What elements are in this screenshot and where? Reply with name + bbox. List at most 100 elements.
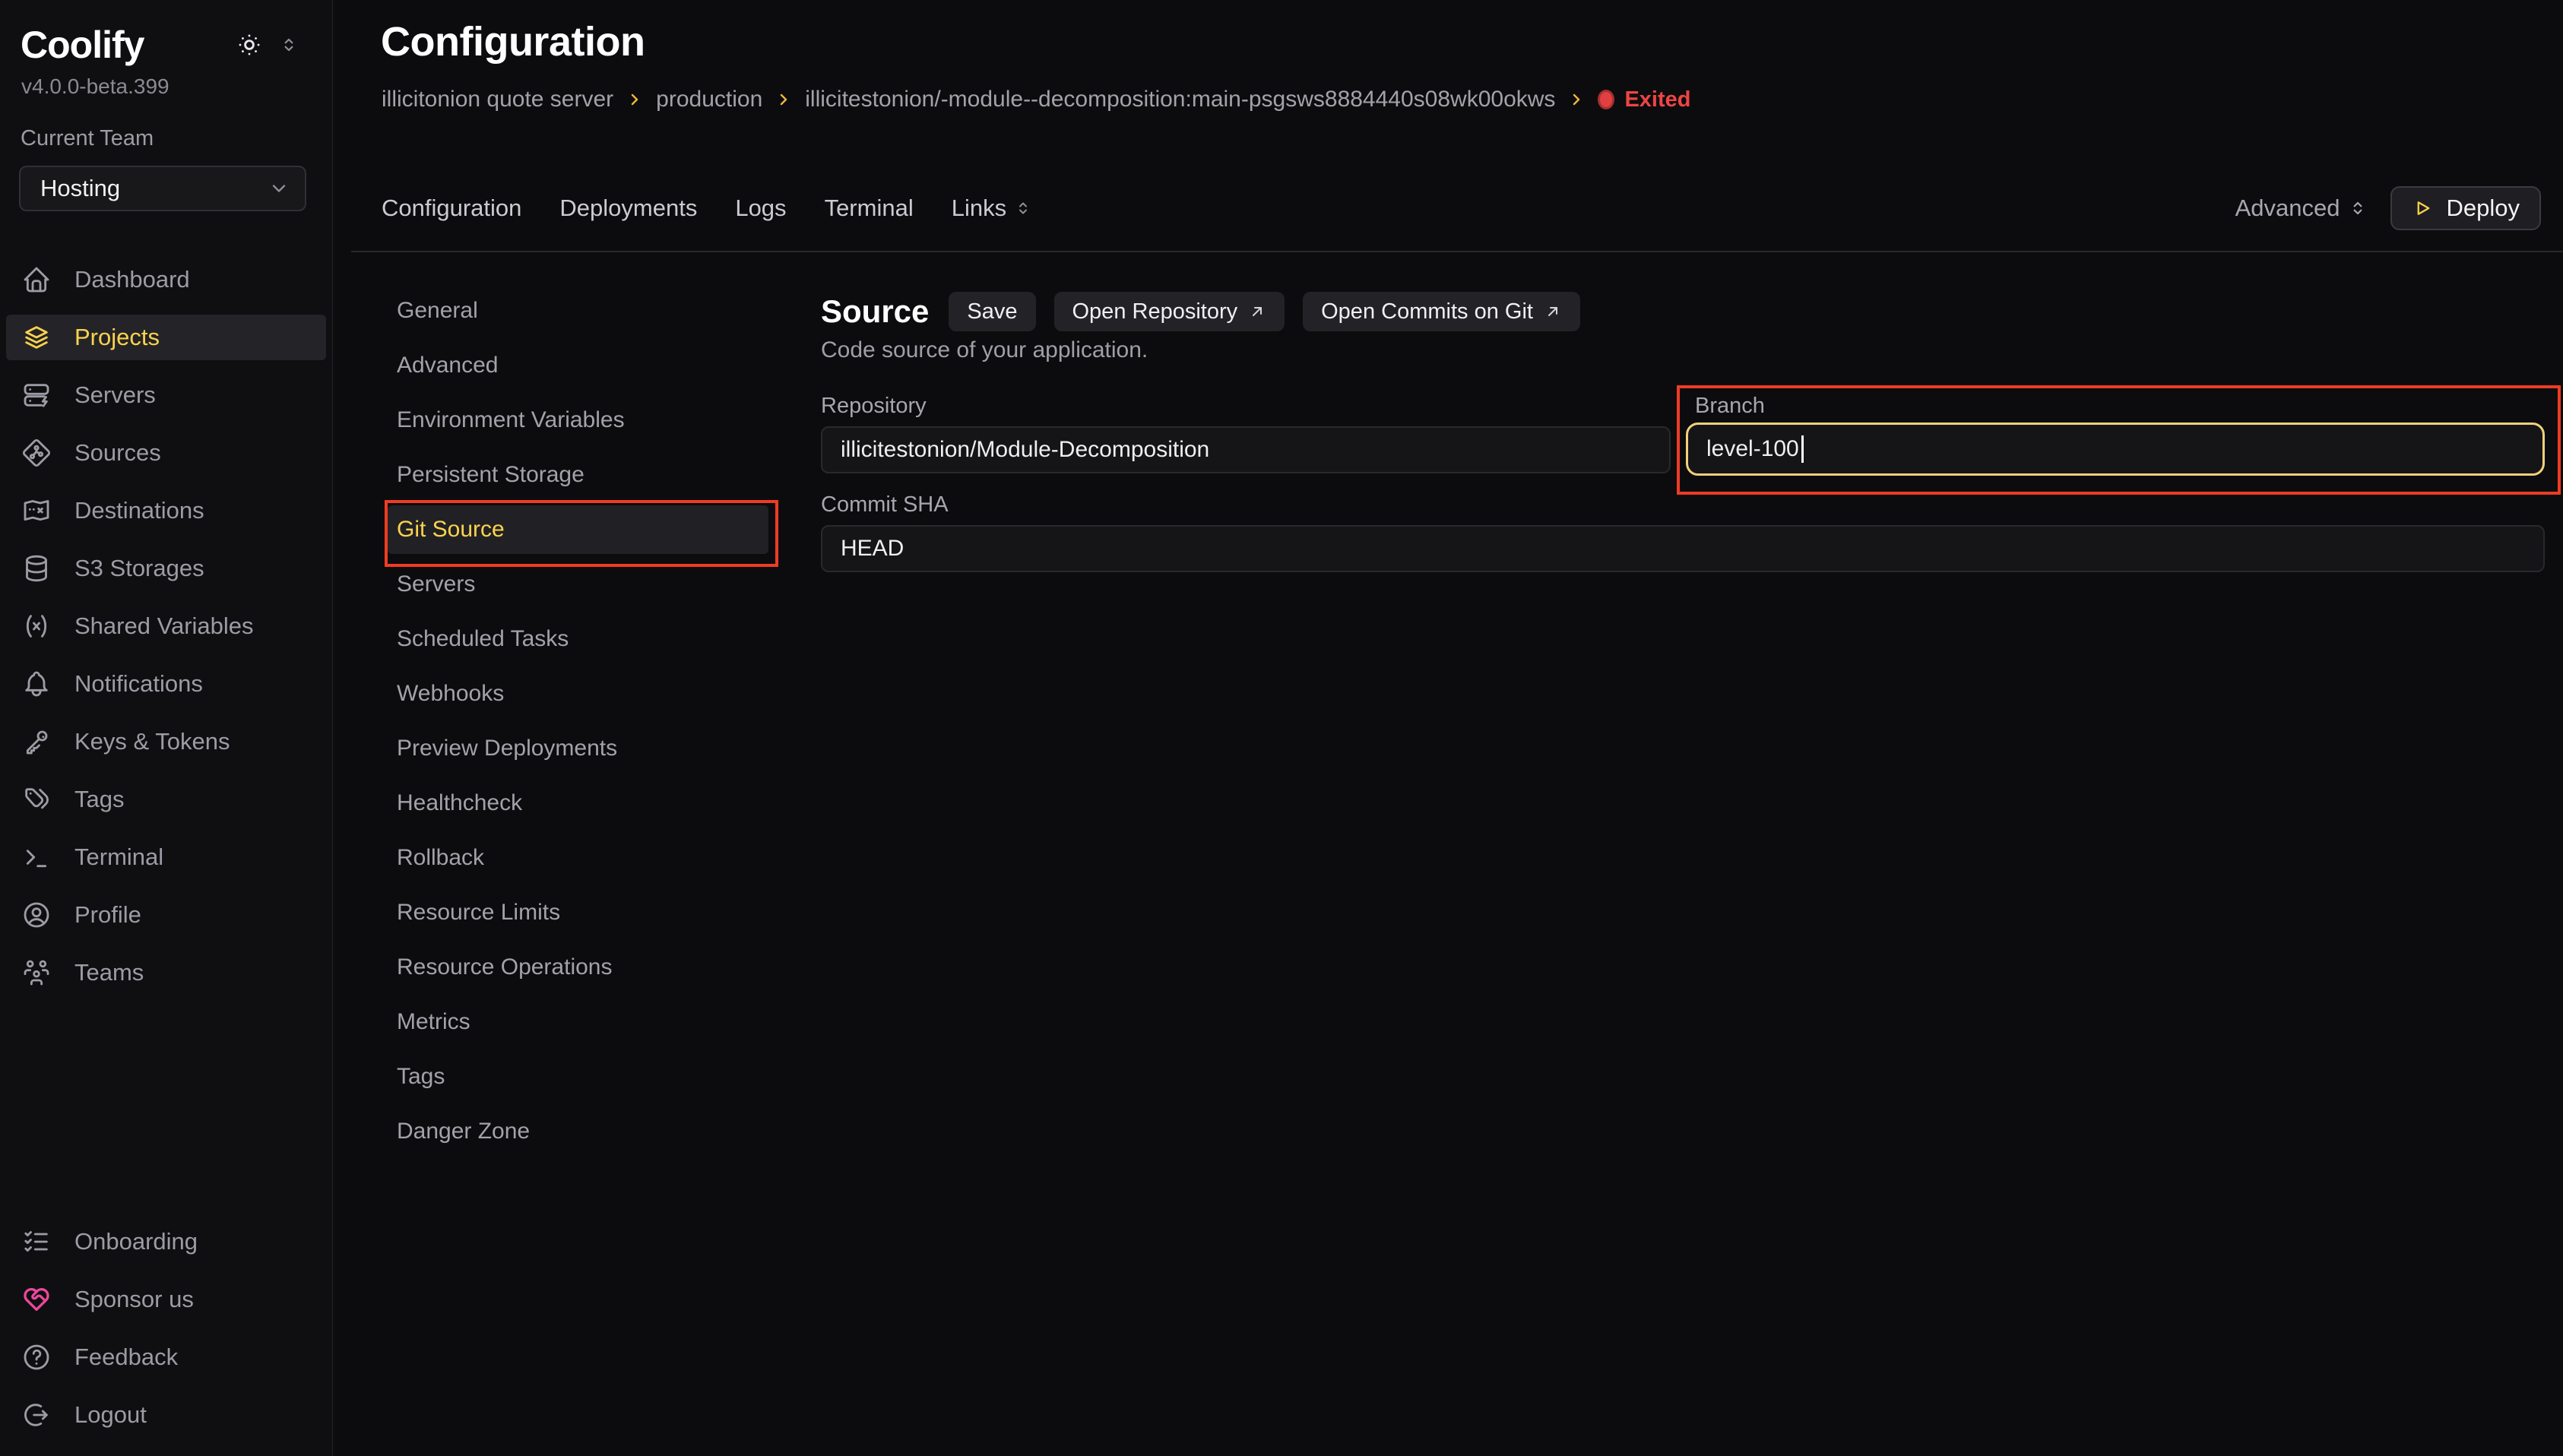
sidebar-item-label: Keys & Tokens <box>74 728 230 755</box>
chevrons-up-down-icon <box>1014 199 1032 217</box>
sidebar-item-tags[interactable]: Tags <box>6 777 326 822</box>
source-description: Code source of your application. <box>821 337 1148 363</box>
subnav-item-servers[interactable]: Servers <box>388 560 768 609</box>
tab-links[interactable]: Links <box>952 195 1032 222</box>
subnav-item-scheduled-tasks[interactable]: Scheduled Tasks <box>388 615 768 663</box>
tab-logs[interactable]: Logs <box>735 195 786 222</box>
sidebar-item-dashboard[interactable]: Dashboard <box>6 257 326 302</box>
sidebar-item-onboarding[interactable]: Onboarding <box>6 1219 326 1265</box>
subnav-item-metrics[interactable]: Metrics <box>388 998 768 1046</box>
checklist-icon <box>21 1227 52 1257</box>
subnav-item-advanced[interactable]: Advanced <box>388 341 768 390</box>
tab-configuration[interactable]: Configuration <box>382 195 521 222</box>
main-area: Configuration illicitonion quote server … <box>334 0 2563 1456</box>
commit-sha-input[interactable]: HEAD <box>821 525 2545 572</box>
key-icon <box>21 726 52 757</box>
repository-input[interactable]: illicitestonion/Module-Decomposition <box>821 426 1671 473</box>
chevrons-up-down-icon <box>2348 198 2368 218</box>
sidebar-item-logout[interactable]: Logout <box>6 1392 326 1438</box>
terminal-icon <box>21 842 52 872</box>
team-select[interactable]: Hosting <box>19 166 306 211</box>
breadcrumb-project[interactable]: illicitonion quote server <box>382 87 613 112</box>
sidebar-item-label: Shared Variables <box>74 612 254 640</box>
subnav-item-resource-operations[interactable]: Resource Operations <box>388 943 768 992</box>
sidebar-item-sponsor-us[interactable]: Sponsor us <box>6 1277 326 1322</box>
text-cursor <box>1801 435 1804 463</box>
git-diamond-icon <box>21 438 52 468</box>
subnav-item-rollback[interactable]: Rollback <box>388 834 768 882</box>
sidebar-item-label: Onboarding <box>74 1228 198 1255</box>
subnav-item-persistent-storage[interactable]: Persistent Storage <box>388 451 768 499</box>
map-icon <box>21 495 52 526</box>
sidebar-item-feedback[interactable]: Feedback <box>6 1334 326 1380</box>
app-version: v4.0.0-beta.399 <box>21 74 332 99</box>
sidebar-item-shared-variables[interactable]: Shared Variables <box>6 603 326 649</box>
chevron-right-icon <box>775 90 793 109</box>
chevron-right-icon <box>1567 90 1586 109</box>
braces-x-icon <box>21 611 52 641</box>
save-button[interactable]: Save <box>949 292 1035 331</box>
sidebar-item-terminal[interactable]: Terminal <box>6 834 326 880</box>
advanced-dropdown[interactable]: Advanced <box>2235 195 2368 222</box>
sidebar-item-label: Dashboard <box>74 266 190 293</box>
status-dot-icon <box>1598 90 1614 109</box>
subnav-item-resource-limits[interactable]: Resource Limits <box>388 888 768 937</box>
subnav-item-general[interactable]: General <box>388 286 768 335</box>
sidebar-item-profile[interactable]: Profile <box>6 892 326 938</box>
tab-terminal[interactable]: Terminal <box>825 195 914 222</box>
sidebar-item-notifications[interactable]: Notifications <box>6 661 326 707</box>
sidebar-item-label: Logout <box>74 1401 147 1429</box>
arrow-up-right-icon <box>1544 302 1562 321</box>
branch-label: Branch <box>1695 392 1765 419</box>
subnav-item-preview-deployments[interactable]: Preview Deployments <box>388 724 768 773</box>
bell-icon <box>21 669 52 699</box>
subnav-item-git-source[interactable]: Git Source <box>388 505 768 554</box>
theme-selector-chevrons-icon[interactable] <box>279 35 299 55</box>
database-icon <box>21 553 52 584</box>
user-circle-icon <box>21 900 52 930</box>
sidebar-item-keys-tokens[interactable]: Keys & Tokens <box>6 719 326 764</box>
logout-icon <box>21 1400 52 1430</box>
sidebar-item-label: Projects <box>74 324 160 351</box>
chevron-right-icon <box>626 90 644 109</box>
home-icon <box>21 264 52 295</box>
sidebar-item-label: Teams <box>74 959 144 986</box>
commit-sha-label: Commit SHA <box>821 491 949 518</box>
status-text: Exited <box>1624 87 1690 112</box>
sidebar-item-label: Feedback <box>74 1344 178 1371</box>
sidebar-item-label: Destinations <box>74 497 204 524</box>
subnav-item-tags[interactable]: Tags <box>388 1052 768 1101</box>
sidebar-item-label: Sources <box>74 439 161 467</box>
open-commits-button[interactable]: Open Commits on Git <box>1303 292 1580 331</box>
open-repository-button[interactable]: Open Repository <box>1054 292 1285 331</box>
subnav-item-healthcheck[interactable]: Healthcheck <box>388 779 768 828</box>
sidebar-item-label: S3 Storages <box>74 555 204 582</box>
sidebar: Coolify v4.0.0-beta.399 Current Team Hos… <box>0 0 333 1456</box>
sidebar-item-sources[interactable]: Sources <box>6 430 326 476</box>
current-team-label: Current Team <box>21 126 154 151</box>
status-badge: Exited <box>1598 87 1690 112</box>
subnav-item-environment-variables[interactable]: Environment Variables <box>388 396 768 445</box>
subnav-item-danger-zone[interactable]: Danger Zone <box>388 1107 768 1156</box>
breadcrumb-environment[interactable]: production <box>656 87 762 112</box>
sidebar-item-s3-storages[interactable]: S3 Storages <box>6 546 326 591</box>
config-subnav: General Advanced Environment Variables P… <box>388 286 768 1162</box>
sun-icon[interactable] <box>235 30 264 59</box>
sidebar-item-projects[interactable]: Projects <box>6 315 326 360</box>
sidebar-item-servers[interactable]: Servers <box>6 372 326 418</box>
tab-bar: Configuration Deployments Logs Terminal … <box>382 195 1032 222</box>
sidebar-nav: Dashboard Projects Servers Sources Desti… <box>0 257 332 1008</box>
sidebar-item-teams[interactable]: Teams <box>6 950 326 995</box>
branch-input[interactable]: level-100 <box>1686 423 2545 476</box>
sidebar-item-destinations[interactable]: Destinations <box>6 488 326 533</box>
breadcrumb-application[interactable]: illicitestonion/-module--decomposition:m… <box>805 87 1555 112</box>
sidebar-item-label: Sponsor us <box>74 1286 194 1313</box>
deploy-button[interactable]: Deploy <box>2390 186 2542 230</box>
sidebar-item-label: Profile <box>74 901 141 929</box>
coolify-app: Coolify v4.0.0-beta.399 Current Team Hos… <box>0 0 2563 1456</box>
arrow-up-right-icon <box>1248 302 1266 321</box>
sidebar-footer-nav: Onboarding Sponsor us Feedback Logout <box>0 1219 332 1450</box>
team-select-value: Hosting <box>40 175 120 202</box>
tab-deployments[interactable]: Deployments <box>559 195 697 222</box>
subnav-item-webhooks[interactable]: Webhooks <box>388 669 768 718</box>
